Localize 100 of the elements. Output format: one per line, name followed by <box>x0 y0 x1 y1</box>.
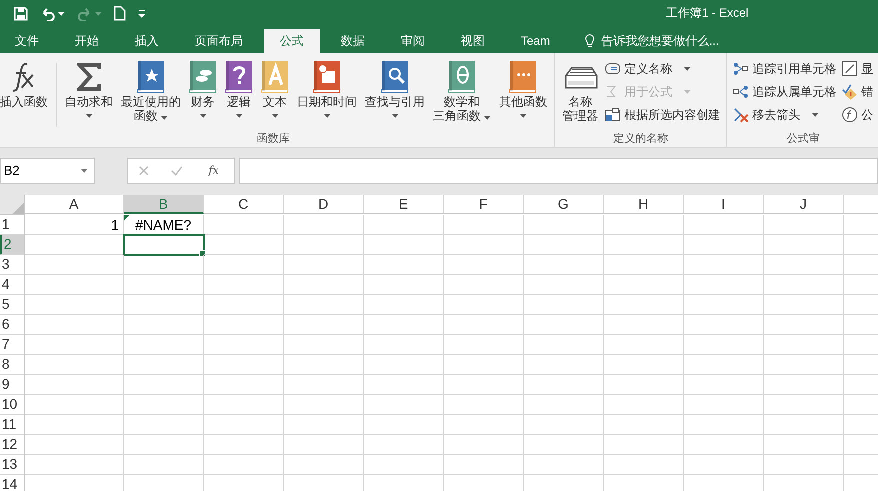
table-cell[interactable] <box>204 395 284 415</box>
table-cell[interactable] <box>204 355 284 375</box>
row-header[interactable]: 11 <box>0 415 25 435</box>
table-cell[interactable] <box>364 215 444 235</box>
table-cell[interactable] <box>684 415 764 435</box>
table-cell[interactable] <box>524 215 604 235</box>
table-cell[interactable] <box>524 275 604 295</box>
table-cell[interactable] <box>684 215 764 235</box>
table-cell[interactable] <box>524 375 604 395</box>
select-all-corner[interactable] <box>0 195 25 215</box>
ribbon-tab[interactable]: Team <box>506 29 566 53</box>
table-cell[interactable] <box>604 395 684 415</box>
table-cell[interactable] <box>764 355 844 375</box>
table-cell[interactable] <box>124 415 204 435</box>
table-cell[interactable] <box>764 215 844 235</box>
table-cell[interactable] <box>204 335 284 355</box>
table-cell[interactable] <box>204 255 284 275</box>
row-header[interactable]: 12 <box>0 435 25 455</box>
table-cell[interactable]: #NAME? <box>124 215 204 235</box>
table-cell[interactable] <box>684 315 764 335</box>
check-icon[interactable] <box>170 166 183 176</box>
table-cell[interactable] <box>604 255 684 275</box>
table-cell[interactable] <box>25 435 124 455</box>
column-header[interactable]: G <box>524 195 604 214</box>
table-cell[interactable] <box>364 295 444 315</box>
insert-function-button[interactable]: fx <box>204 164 224 177</box>
ribbon-button[interactable]: 显 <box>840 59 876 79</box>
column-header[interactable]: J <box>764 195 844 214</box>
table-cell[interactable] <box>444 235 524 255</box>
table-cell[interactable] <box>284 455 364 475</box>
table-cell[interactable] <box>444 355 524 375</box>
table-cell[interactable] <box>684 275 764 295</box>
ribbon-button[interactable]: 错 <box>840 82 876 102</box>
ribbon-button[interactable]: 公 <box>840 105 876 125</box>
table-cell[interactable] <box>684 295 764 315</box>
table-cell[interactable] <box>364 375 444 395</box>
tell-me-field[interactable]: 告诉我您想要做什么... <box>599 33 744 49</box>
row-header[interactable]: 1 <box>0 215 25 235</box>
column-header[interactable]: B <box>124 195 204 214</box>
ribbon-button[interactable]: 最近使用的 函数 <box>118 57 184 131</box>
table-cell[interactable] <box>284 275 364 295</box>
column-header[interactable]: F <box>444 195 524 214</box>
ribbon-button[interactable]: 自动求和 <box>62 57 116 131</box>
active-cell[interactable] <box>124 235 204 255</box>
table-cell[interactable] <box>204 455 284 475</box>
table-cell[interactable] <box>764 315 844 335</box>
ribbon-button[interactable]: 插入函数 <box>0 57 51 131</box>
ribbon-tab[interactable]: 数据 <box>326 29 380 53</box>
table-cell[interactable] <box>204 275 284 295</box>
table-cell[interactable] <box>764 415 844 435</box>
table-cell[interactable] <box>204 315 284 335</box>
table-cell[interactable] <box>284 395 364 415</box>
table-cell[interactable] <box>124 295 204 315</box>
row-header[interactable]: 6 <box>0 315 25 335</box>
column-header[interactable]: I <box>684 195 764 214</box>
ribbon-button[interactable]: 追踪引用单元格 <box>731 59 838 79</box>
table-cell[interactable] <box>764 295 844 315</box>
table-cell[interactable] <box>284 255 364 275</box>
table-cell[interactable] <box>444 295 524 315</box>
table-cell[interactable] <box>444 275 524 295</box>
table-cell[interactable] <box>524 315 604 335</box>
table-cell[interactable] <box>204 415 284 435</box>
table-cell[interactable] <box>124 255 204 275</box>
ribbon-button[interactable]: 文本 <box>258 57 292 131</box>
ribbon-button[interactable]: 定义名称 <box>603 59 722 79</box>
table-cell[interactable] <box>124 395 204 415</box>
row-header[interactable]: 13 <box>0 455 25 475</box>
column-header[interactable]: H <box>604 195 684 214</box>
table-cell[interactable] <box>284 295 364 315</box>
ribbon-button[interactable]: 名称 管理器 <box>559 57 602 131</box>
fill-handle[interactable] <box>199 250 206 257</box>
table-cell[interactable] <box>124 355 204 375</box>
row-header[interactable]: 3 <box>0 255 25 275</box>
table-cell[interactable] <box>684 335 764 355</box>
row-header[interactable]: 7 <box>0 335 25 355</box>
table-cell[interactable] <box>204 215 284 235</box>
cancel-icon[interactable] <box>138 166 149 176</box>
table-cell[interactable] <box>684 235 764 255</box>
ribbon-button[interactable]: 其他函数 <box>496 57 550 131</box>
table-cell[interactable] <box>764 275 844 295</box>
table-cell[interactable] <box>764 455 844 475</box>
table-cell[interactable] <box>124 275 204 295</box>
row-header[interactable]: 14 <box>0 475 25 491</box>
table-cell[interactable] <box>604 275 684 295</box>
ribbon-tab[interactable]: 页面布局 <box>180 29 258 53</box>
table-cell[interactable] <box>25 255 124 275</box>
table-cell[interactable] <box>204 435 284 455</box>
column-header[interactable]: A <box>25 195 124 214</box>
table-cell[interactable] <box>364 455 444 475</box>
table-cell[interactable]: 1 <box>25 215 124 235</box>
table-cell[interactable] <box>764 395 844 415</box>
table-cell[interactable] <box>284 355 364 375</box>
table-cell[interactable] <box>124 375 204 395</box>
table-cell[interactable] <box>284 435 364 455</box>
table-cell[interactable] <box>764 435 844 455</box>
row-header[interactable]: 4 <box>0 275 25 295</box>
table-cell[interactable] <box>444 335 524 355</box>
table-cell[interactable] <box>444 395 524 415</box>
column-header[interactable]: E <box>364 195 444 214</box>
ribbon-tab[interactable]: 插入 <box>120 29 174 53</box>
